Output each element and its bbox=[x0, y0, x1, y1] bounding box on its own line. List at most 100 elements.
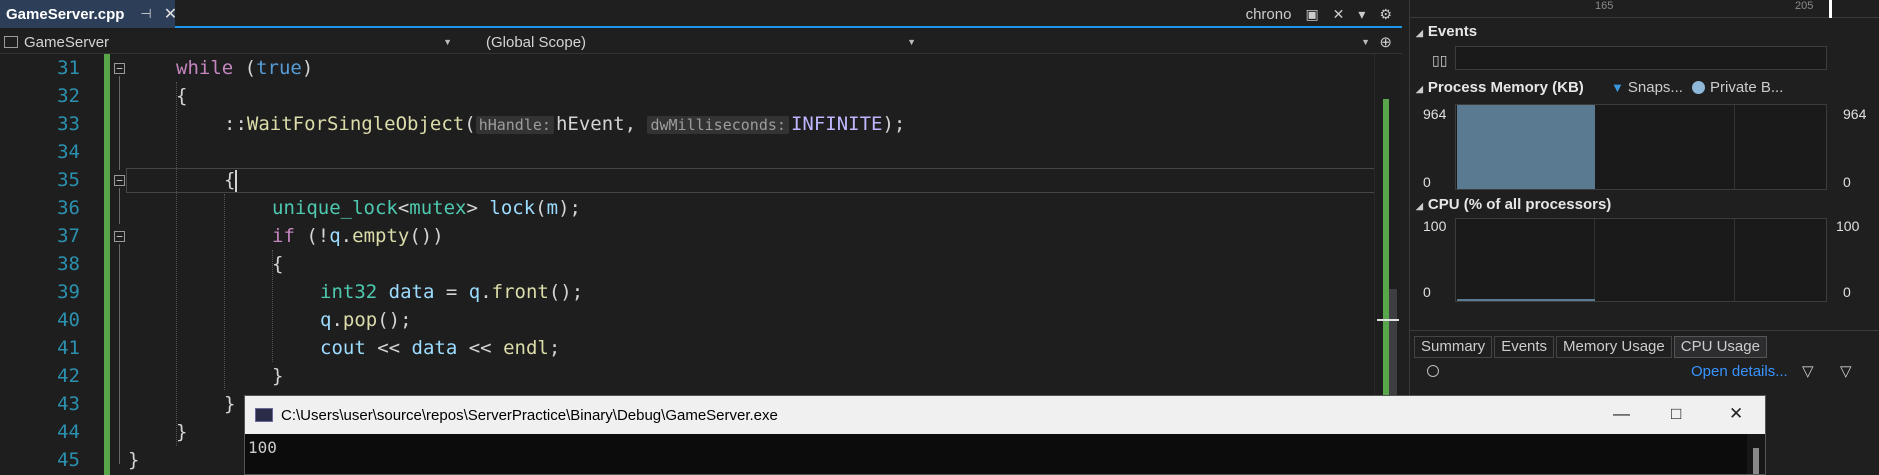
chevron-down-icon: ▼ bbox=[443, 37, 452, 47]
line-number: 35 bbox=[57, 169, 80, 191]
collapse-icon[interactable]: − bbox=[114, 231, 125, 242]
line-number: 36 bbox=[57, 197, 80, 219]
cpu-line bbox=[1457, 299, 1595, 301]
dropdown-icon[interactable]: ▾ bbox=[1358, 6, 1365, 23]
document-tab-bar: GameServer.cpp ⊣ ✕ chrono ▣ ✕ ▾ ⚙ bbox=[0, 0, 1402, 28]
chevron-down-icon: ▼ bbox=[907, 37, 916, 47]
line-number: 39 bbox=[57, 281, 80, 303]
code-line: q.pop(); bbox=[320, 309, 412, 331]
pin-icon[interactable]: ▣ bbox=[1305, 6, 1318, 23]
project-icon bbox=[4, 36, 18, 48]
memory-y-min-right: 0 bbox=[1843, 174, 1851, 190]
indent-guide bbox=[224, 194, 225, 390]
memory-section-title[interactable]: ◢ Process Memory (KB) bbox=[1416, 79, 1584, 96]
tab-events[interactable]: Events bbox=[1494, 336, 1555, 358]
diagnostic-toolbar: Open details... ▽ ▽ bbox=[1410, 362, 1879, 390]
chevron-down-icon: ▼ bbox=[1361, 37, 1370, 47]
gear-icon[interactable]: ⚙ bbox=[1379, 6, 1392, 23]
line-number: 37 bbox=[57, 225, 80, 247]
tab-bar-right: chrono ▣ ✕ ▾ ⚙ bbox=[1246, 0, 1402, 28]
snapshot-triangle-icon: ▼ bbox=[1611, 80, 1624, 95]
fold-line bbox=[119, 76, 120, 170]
pause-icon[interactable]: ▯▯ bbox=[1432, 52, 1447, 69]
collapse-icon[interactable]: − bbox=[114, 63, 125, 74]
line-number: 38 bbox=[57, 253, 80, 275]
cpu-graph[interactable] bbox=[1455, 218, 1827, 302]
minimize-icon[interactable]: — bbox=[1613, 404, 1630, 424]
collapse-triangle-icon[interactable]: ◢ bbox=[1416, 201, 1423, 211]
code-line: } bbox=[128, 449, 140, 471]
project-dropdown[interactable]: GameServer ▼ bbox=[4, 32, 456, 52]
tab-filename: GameServer.cpp bbox=[6, 5, 125, 23]
cpu-y-min: 0 bbox=[1423, 284, 1431, 300]
code-line: } bbox=[224, 393, 236, 415]
line-number: 34 bbox=[57, 141, 80, 163]
line-number: 33 bbox=[57, 113, 80, 135]
text-caret bbox=[235, 169, 238, 192]
timeline-ruler[interactable]: 165 205 bbox=[1410, 0, 1879, 18]
navigation-bar: GameServer ▼ (Global Scope) ▼ ▼ ⊕ bbox=[0, 30, 1402, 54]
events-section-title[interactable]: ◢ Events bbox=[1416, 23, 1477, 40]
tab-cpu-usage[interactable]: CPU Usage bbox=[1673, 336, 1767, 358]
line-number: 40 bbox=[57, 309, 80, 331]
parameter-hint: dwMilliseconds: bbox=[647, 116, 789, 134]
code-line: { bbox=[224, 169, 238, 192]
close-icon[interactable]: ✕ bbox=[1333, 6, 1345, 23]
cpu-y-max: 100 bbox=[1423, 218, 1447, 234]
record-icon[interactable] bbox=[1427, 365, 1439, 377]
console-title: C:\Users\user\source\repos\ServerPractic… bbox=[281, 406, 778, 424]
code-line: int32 data = q.front(); bbox=[320, 281, 584, 303]
filter-icon[interactable]: ▽ bbox=[1802, 362, 1814, 380]
line-number: 43 bbox=[57, 393, 80, 415]
events-track[interactable] bbox=[1455, 46, 1827, 70]
close-tab-icon[interactable]: ✕ bbox=[164, 4, 177, 24]
code-line: while (true) bbox=[176, 57, 314, 79]
cpu-y-max-right: 100 bbox=[1836, 218, 1860, 234]
find-text[interactable]: chrono bbox=[1246, 6, 1292, 23]
pin-icon[interactable]: ⊣ bbox=[140, 6, 151, 22]
ruler-tick: 205 bbox=[1795, 0, 1814, 12]
private-bytes-dot-icon bbox=[1692, 81, 1705, 94]
code-line: } bbox=[272, 365, 284, 387]
console-window[interactable]: C:\Users\user\source\repos\ServerPractic… bbox=[244, 395, 1766, 475]
tab-summary[interactable]: Summary bbox=[1414, 336, 1493, 358]
project-name: GameServer bbox=[24, 33, 110, 51]
cpu-section-title[interactable]: ◢ CPU (% of all processors) bbox=[1416, 196, 1611, 213]
change-tracking-bar bbox=[104, 54, 110, 475]
cpu-y-min-right: 0 bbox=[1843, 284, 1851, 300]
open-details-link[interactable]: Open details... bbox=[1691, 363, 1788, 380]
scope-dropdown[interactable]: (Global Scope) ▼ bbox=[486, 32, 920, 52]
filter-icon[interactable]: ▽ bbox=[1840, 362, 1852, 380]
tab-memory-usage[interactable]: Memory Usage bbox=[1556, 336, 1672, 358]
memory-y-max: 964 bbox=[1423, 106, 1447, 122]
code-line: ::WaitForSingleObject(hHandle: hEvent, dw… bbox=[224, 113, 906, 135]
split-icon[interactable]: ⊕ bbox=[1379, 33, 1392, 51]
diagnostic-tabs: Summary Events Memory Usage CPU Usage bbox=[1414, 336, 1769, 358]
legend-private: Private B... bbox=[1692, 79, 1783, 96]
code-line: unique_lock<mutex> lock(m); bbox=[272, 197, 581, 219]
code-line: { bbox=[176, 85, 188, 107]
code-line: } bbox=[176, 421, 188, 443]
timeline-cursor[interactable] bbox=[1829, 0, 1832, 18]
collapse-triangle-icon[interactable]: ◢ bbox=[1416, 28, 1423, 38]
maximize-icon[interactable]: □ bbox=[1671, 404, 1681, 424]
collapse-triangle-icon[interactable]: ◢ bbox=[1416, 84, 1423, 94]
console-scrollbar[interactable] bbox=[1747, 434, 1765, 474]
indent-guide bbox=[176, 82, 177, 446]
fold-line bbox=[119, 188, 120, 224]
console-output-text: 100 bbox=[248, 438, 277, 457]
code-line: cout << data << endl; bbox=[320, 337, 561, 359]
memory-y-max-right: 964 bbox=[1843, 106, 1867, 122]
member-dropdown[interactable]: ▼ bbox=[922, 32, 1374, 52]
console-app-icon bbox=[255, 408, 273, 422]
collapse-icon[interactable]: − bbox=[114, 175, 125, 186]
code-line: if (!q.empty()) bbox=[272, 225, 444, 247]
console-output[interactable]: 100 bbox=[245, 434, 1745, 474]
scrollbar-thumb[interactable] bbox=[1753, 448, 1759, 474]
console-title-bar[interactable]: C:\Users\user\source\repos\ServerPractic… bbox=[245, 396, 1765, 434]
tab-gameserver-cpp[interactable]: GameServer.cpp ⊣ ✕ bbox=[0, 0, 177, 28]
memory-graph[interactable] bbox=[1455, 104, 1827, 190]
line-number: 41 bbox=[57, 337, 80, 359]
ruler-tick: 165 bbox=[1595, 0, 1614, 12]
close-icon[interactable]: ✕ bbox=[1729, 404, 1743, 424]
